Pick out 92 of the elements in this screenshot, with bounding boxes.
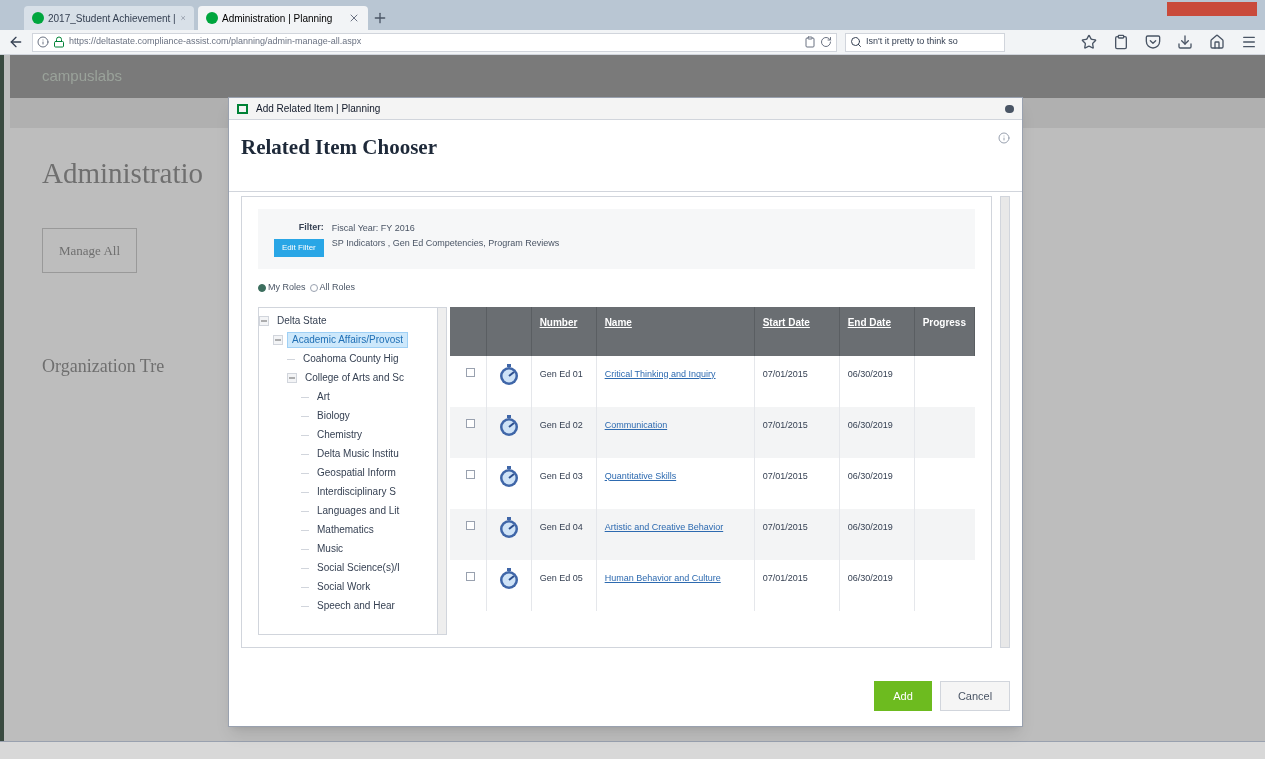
radio-label[interactable]: All Roles — [319, 281, 356, 295]
column-header[interactable]: Start Date — [762, 316, 810, 328]
browser-tab[interactable]: Administration | Planning — [198, 6, 368, 30]
table-cell: 06/30/2019 — [847, 572, 893, 583]
table-cell: Gen Ed 02 — [539, 419, 583, 430]
gauge-icon — [498, 363, 519, 386]
checkbox[interactable] — [465, 367, 475, 377]
tree-item[interactable]: Chemistry — [313, 428, 366, 442]
item-link[interactable]: Quantitative Skills — [604, 470, 677, 481]
checkbox[interactable] — [465, 571, 475, 581]
column-header[interactable]: Progress — [922, 316, 966, 328]
tree-item[interactable]: Social Work — [313, 580, 375, 594]
close-icon[interactable] — [1005, 104, 1014, 113]
pocket-icon[interactable] — [1145, 34, 1161, 50]
radio-button[interactable] — [309, 283, 318, 292]
table-cell: Gen Ed 03 — [539, 470, 583, 481]
lock-icon — [53, 36, 65, 48]
collapse-icon[interactable] — [273, 335, 283, 345]
tree-item[interactable]: Coahoma County Hig — [299, 352, 403, 366]
search-field[interactable]: Isn't it pretty to think so — [845, 32, 1005, 52]
clipboard-icon[interactable] — [1113, 34, 1129, 50]
dialog-scrollbar[interactable] — [1000, 196, 1010, 648]
table-cell: 07/01/2015 — [762, 368, 808, 379]
item-link[interactable]: Communication — [604, 419, 668, 430]
bookmark-icon[interactable] — [1081, 34, 1097, 50]
tree-item[interactable]: Delta State — [273, 314, 331, 328]
table-cell: 07/01/2015 — [762, 572, 808, 583]
new-tab-icon[interactable] — [372, 10, 388, 26]
page-icon — [206, 12, 218, 24]
table-cell: Gen Ed 05 — [539, 572, 583, 583]
window-icon — [237, 103, 248, 114]
radio-button[interactable] — [258, 283, 266, 292]
browser-tab[interactable]: 2017_Student Achievement | — [24, 6, 194, 30]
filter-text: SP Indicators , Gen Ed Competencies, Program Reviews — [331, 237, 560, 250]
filter-text: Fiscal Year: FY 2016 — [331, 222, 416, 235]
info-icon — [37, 36, 49, 48]
download-icon[interactable] — [1177, 34, 1193, 50]
collapse-icon[interactable] — [287, 373, 297, 383]
item-link[interactable]: Critical Thinking and Inquiry — [604, 368, 716, 379]
table-cell: Gen Ed 01 — [539, 368, 583, 379]
reader-icon[interactable] — [804, 36, 816, 48]
section-title: Organization Tre — [42, 355, 165, 378]
tree-item[interactable]: Delta Music Institu — [313, 447, 403, 461]
tree-item[interactable]: Art — [313, 390, 334, 404]
back-icon[interactable] — [8, 34, 24, 50]
horizontal-scrollbar[interactable] — [0, 741, 1265, 759]
page-icon — [32, 12, 44, 24]
collapse-icon[interactable] — [259, 316, 269, 326]
tree-item[interactable]: Languages and Lit — [313, 504, 404, 518]
search-icon — [850, 36, 862, 48]
tree-item[interactable]: College of Arts and Sc — [301, 371, 408, 385]
gauge-icon — [498, 567, 519, 590]
tree-item[interactable]: Mathematics — [313, 523, 378, 537]
tree-item[interactable]: Speech and Hear — [313, 599, 399, 613]
reload-icon[interactable] — [820, 36, 832, 48]
dialog-heading: Related Item Chooser — [241, 134, 437, 161]
table-cell: 07/01/2015 — [762, 521, 808, 532]
page-title: Administratio — [42, 156, 204, 191]
gauge-icon — [498, 414, 519, 437]
menu-icon[interactable] — [1241, 34, 1257, 50]
column-header[interactable]: Number — [539, 316, 578, 328]
tree-item[interactable]: Biology — [313, 409, 354, 423]
table-cell: 06/30/2019 — [847, 419, 893, 430]
table-cell: Gen Ed 04 — [539, 521, 583, 532]
address-field[interactable]: https://deltastate.compliance-assist.com/planning/admin-manage-all.aspx — [32, 32, 837, 52]
table-cell: 06/30/2019 — [847, 521, 893, 532]
cancel-button[interactable]: Cancel — [940, 681, 1010, 711]
checkbox[interactable] — [465, 469, 475, 479]
item-link[interactable]: Artistic and Creative Behavior — [604, 521, 724, 532]
close-icon[interactable] — [348, 12, 360, 24]
column-header[interactable]: End Date — [847, 316, 891, 328]
item-link[interactable]: Human Behavior and Culture — [604, 572, 721, 583]
dialog-title: Add Related Item | Planning — [256, 102, 381, 116]
home-icon[interactable] — [1209, 34, 1225, 50]
tree-scrollbar[interactable] — [436, 307, 446, 634]
column-header[interactable]: Name — [604, 316, 632, 328]
checkbox[interactable] — [465, 520, 475, 530]
info-icon[interactable] — [998, 132, 1010, 144]
radio-label[interactable]: My Roles — [268, 281, 306, 295]
tree-item[interactable]: Geospatial Inform — [313, 466, 400, 480]
table-cell: 06/30/2019 — [847, 368, 893, 379]
gauge-icon — [498, 516, 519, 539]
tree-item[interactable]: Interdisciplinary S — [313, 485, 400, 499]
table-cell: 07/01/2015 — [762, 470, 808, 481]
table-cell: 06/30/2019 — [847, 470, 893, 481]
tree-item[interactable]: Music — [313, 542, 348, 556]
table-cell: 07/01/2015 — [762, 419, 808, 430]
tree-item[interactable]: Social Science(s)/I — [313, 561, 404, 575]
checkbox[interactable] — [465, 418, 475, 428]
filter-label: Filter: — [298, 221, 324, 234]
tree-item[interactable]: Academic Affairs/Provost — [287, 332, 408, 348]
gauge-icon — [498, 465, 519, 488]
